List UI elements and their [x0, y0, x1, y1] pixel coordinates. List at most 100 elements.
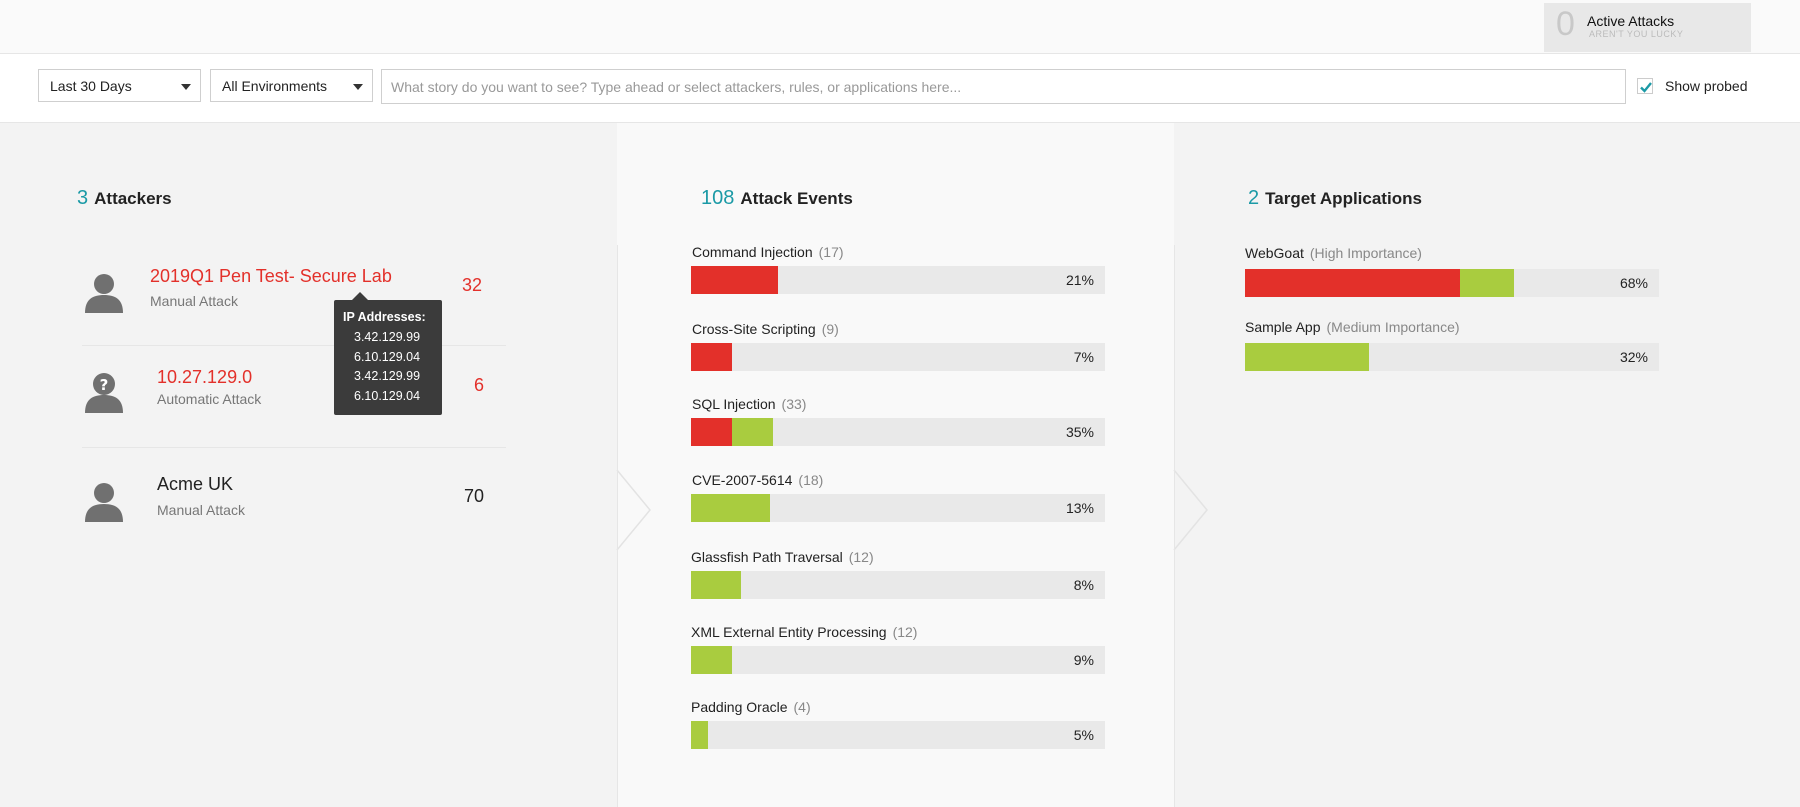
event-percent: 5% [1073, 727, 1094, 743]
attack-events-count: 108 [701, 187, 735, 209]
environment-select[interactable]: All Environments [210, 69, 373, 102]
event-bar: 9% [691, 646, 1105, 674]
target-apps-title: Target Applications [1265, 189, 1422, 208]
attacker-row[interactable]: 2019Q1 Pen Test- Secure Lab Manual Attac… [82, 265, 506, 325]
event-name: Command Injection [692, 244, 813, 260]
event-label: CVE-2007-5614 (18) [692, 472, 823, 488]
unknown-person-icon: ? [85, 373, 123, 413]
app-bar: 68% [1245, 269, 1659, 297]
active-attacks-subtitle: AREN'T YOU LUCKY [1589, 29, 1684, 39]
tooltip-ip: 6.10.129.04 [354, 389, 421, 403]
green-bar-segment [691, 646, 732, 674]
panel-border-right [1174, 245, 1175, 807]
event-percent: 7% [1073, 349, 1094, 365]
app-percent: 32% [1619, 349, 1648, 365]
event-name: Glassfish Path Traversal [691, 549, 843, 565]
attacker-row[interactable]: ? 10.27.129.0 Automatic Attack 6 [82, 367, 506, 427]
event-percent: 9% [1073, 652, 1094, 668]
chevron-down-icon [181, 84, 191, 90]
event-name: Padding Oracle [691, 699, 788, 715]
red-bar-segment [691, 343, 732, 371]
show-probed-label: Show probed [1665, 78, 1748, 94]
attacker-event-count: 6 [474, 375, 485, 395]
divider [82, 447, 506, 448]
red-bar-segment [691, 266, 778, 294]
attacker-event-count: 32 [462, 275, 483, 295]
environment-select-value: All Environments [222, 78, 328, 94]
event-count: (9) [821, 321, 839, 337]
event-name: CVE-2007-5614 [692, 472, 793, 488]
app-name: WebGoat [1245, 245, 1304, 261]
attacker-type: Automatic Attack [157, 391, 262, 407]
tooltip-ip: 3.42.129.99 [354, 330, 421, 344]
tooltip-title: IP Addresses: [343, 310, 426, 324]
app-importance: (Medium Importance) [1326, 319, 1460, 335]
attackers-title: Attackers [94, 189, 172, 208]
filter-bar: Last 30 Days All Environments Show probe… [0, 54, 1800, 123]
event-count: (18) [798, 472, 824, 488]
event-bar: 35% [691, 418, 1105, 446]
app-label: WebGoat (High Importance) [1245, 245, 1422, 261]
active-attacks-label: Active Attacks [1587, 13, 1675, 29]
attacker-name[interactable]: Acme UK [157, 474, 233, 495]
event-bar: 21% [691, 266, 1105, 294]
event-label: Command Injection (17) [692, 244, 844, 260]
event-bar: 7% [691, 343, 1105, 371]
person-icon [85, 483, 123, 522]
event-label: Cross-Site Scripting (9) [692, 321, 839, 337]
event-label: Glassfish Path Traversal (12) [691, 549, 874, 565]
event-count: (33) [781, 396, 807, 412]
event-bar: 5% [691, 721, 1105, 749]
event-count: (17) [818, 244, 844, 260]
event-percent: 8% [1073, 577, 1094, 593]
green-bar-segment [732, 418, 773, 446]
attacker-row[interactable]: Acme UK Manual Attack 70 [82, 474, 506, 534]
attacker-name[interactable]: 10.27.129.0 [157, 367, 252, 388]
divider [82, 345, 506, 346]
event-count: (4) [793, 699, 811, 715]
green-bar-segment [691, 494, 770, 522]
green-bar-segment [1460, 269, 1514, 297]
flow-arrow-left [616, 470, 651, 550]
tooltip-ip: 6.10.129.04 [354, 350, 421, 364]
active-attacks-widget[interactable]: 0 Active Attacks AREN'T YOU LUCKY [1544, 3, 1751, 52]
attacker-type: Manual Attack [150, 293, 238, 309]
period-select[interactable]: Last 30 Days [38, 69, 201, 102]
app-importance: (High Importance) [1309, 245, 1422, 261]
event-name: XML External Entity Processing [691, 624, 887, 640]
red-bar-segment [691, 418, 732, 446]
tooltip-ip: 3.42.129.99 [354, 369, 421, 383]
event-name: Cross-Site Scripting [692, 321, 816, 337]
active-attacks-count: 0 [1556, 5, 1575, 43]
attack-events-title: Attack Events [740, 189, 853, 208]
attacker-type: Manual Attack [157, 502, 245, 518]
attackers-heading: 3 Attackers [77, 187, 172, 210]
chevron-down-icon [353, 84, 363, 90]
ip-addresses-tooltip: IP Addresses: 3.42.129.99 6.10.129.04 3.… [334, 292, 442, 415]
person-icon [85, 274, 123, 313]
event-bar: 8% [691, 571, 1105, 599]
period-select-value: Last 30 Days [50, 78, 132, 94]
event-label: Padding Oracle (4) [691, 699, 811, 715]
event-label: SQL Injection (33) [692, 396, 806, 412]
attack-events-heading: 108 Attack Events [701, 187, 853, 210]
show-probed-checkbox[interactable] [1637, 78, 1653, 94]
green-bar-segment [691, 571, 741, 599]
checkmark-icon [1640, 82, 1652, 93]
event-name: SQL Injection [692, 396, 776, 412]
target-apps-heading: 2 Target Applications [1248, 187, 1422, 210]
green-bar-segment [691, 721, 708, 749]
event-bar: 13% [691, 494, 1105, 522]
attacker-name[interactable]: 2019Q1 Pen Test- Secure Lab [150, 266, 392, 287]
app-percent: 68% [1619, 275, 1648, 291]
app-label: Sample App (Medium Importance) [1245, 319, 1460, 335]
event-count: (12) [892, 624, 918, 640]
event-label: XML External Entity Processing (12) [691, 624, 917, 640]
green-bar-segment [1245, 343, 1369, 371]
flow-arrow-right [1173, 470, 1208, 550]
app-bar: 32% [1245, 343, 1659, 371]
story-search-input[interactable] [381, 69, 1626, 104]
event-percent: 21% [1065, 272, 1094, 288]
event-percent: 35% [1065, 424, 1094, 440]
attackers-count: 3 [77, 187, 89, 209]
